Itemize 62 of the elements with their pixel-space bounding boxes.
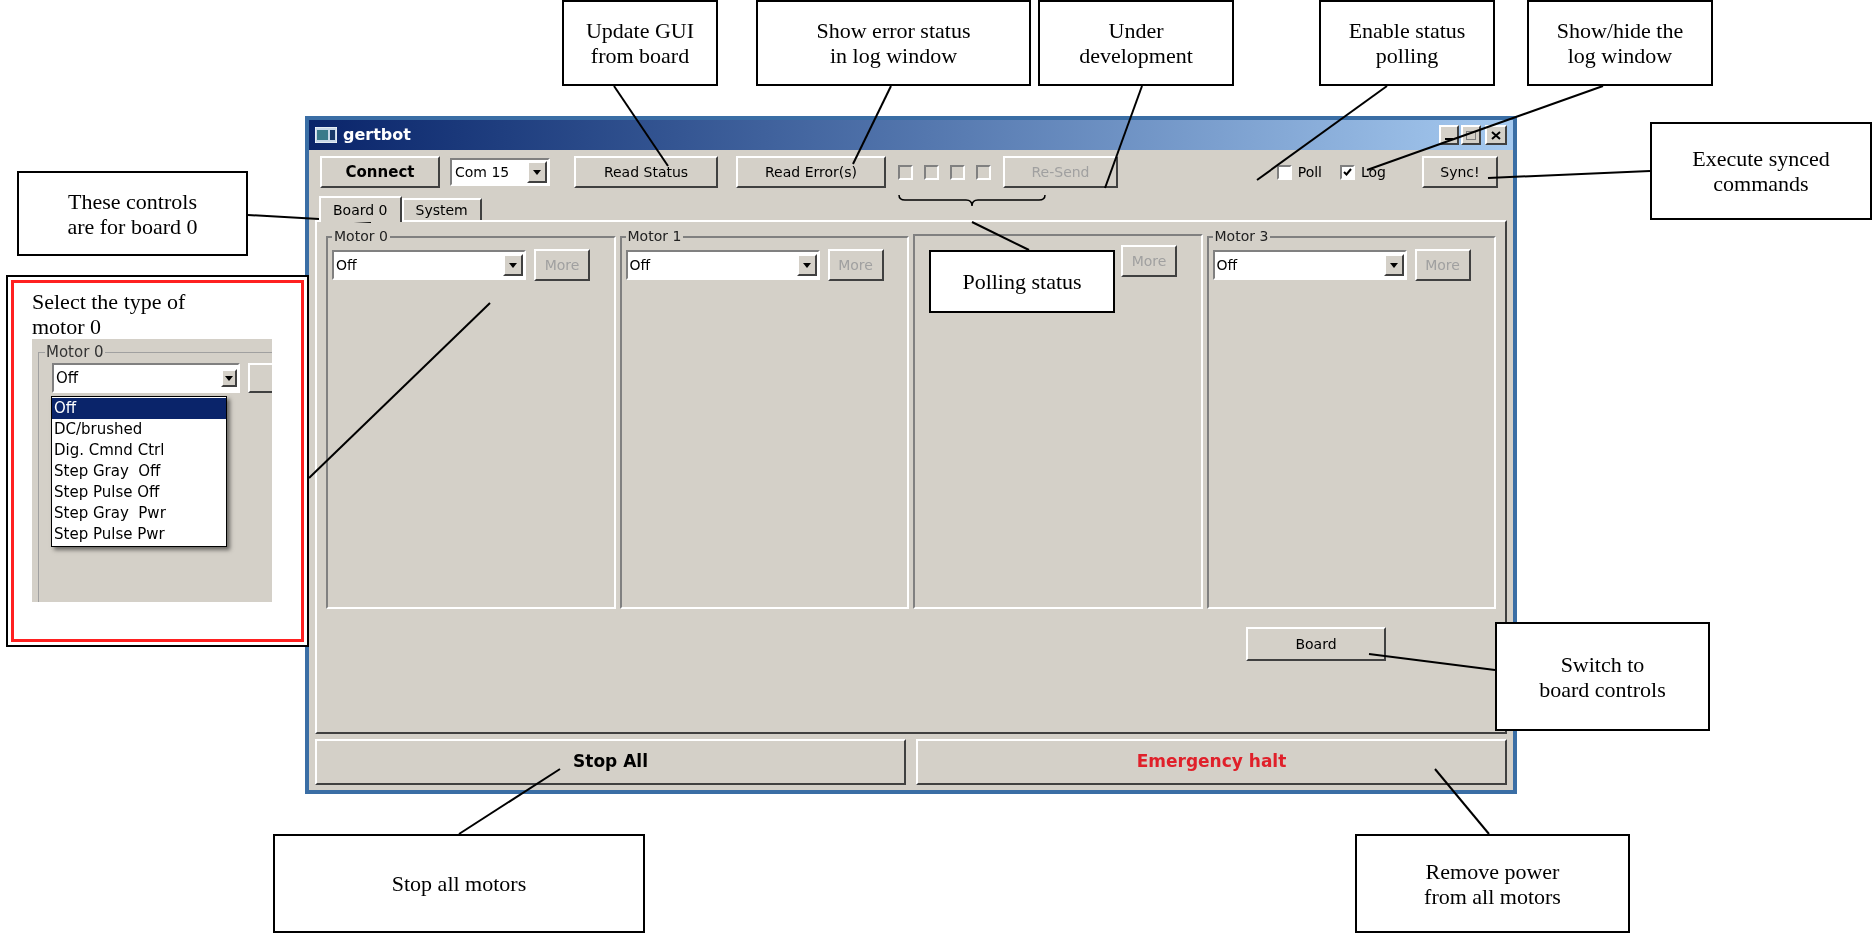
- caret-icon: [533, 169, 541, 175]
- app-icon: [315, 127, 337, 143]
- checkbox[interactable]: [1276, 164, 1292, 180]
- window-title: gertbot: [343, 124, 411, 146]
- caret-icon: [509, 262, 517, 268]
- type-dropdown[interactable]: Off: [625, 250, 820, 280]
- checkbox[interactable]: [898, 164, 913, 180]
- dropdown-button[interactable]: [503, 254, 523, 276]
- callout-text: Stop all motors: [391, 871, 527, 896]
- type-dropdown[interactable]: Off: [52, 363, 240, 393]
- dropdown-option[interactable]: Dig. Cmnd Ctrl: [52, 440, 226, 461]
- dropdown-button[interactable]: [1383, 254, 1404, 276]
- port-dropdown[interactable]: Com 15: [450, 158, 550, 186]
- stop-all-button[interactable]: Stop All: [315, 739, 906, 785]
- dropdown-option[interactable]: DC/brushed: [52, 419, 226, 440]
- dropdown-button[interactable]: [527, 161, 547, 183]
- callout-text: Select the type of motor 0: [32, 289, 187, 339]
- dropdown-button[interactable]: [221, 369, 237, 387]
- checkbox[interactable]: [1340, 164, 1355, 180]
- read-errors-button[interactable]: Read Error(s): [736, 156, 886, 188]
- group-title: Motor 0: [333, 227, 389, 246]
- minimize-icon: [1445, 138, 1453, 140]
- callout-text: Execute synced commands: [1692, 146, 1830, 196]
- dropdown-option[interactable]: Off: [52, 398, 226, 419]
- dropdown-option[interactable]: Step Gray Off: [52, 461, 226, 482]
- maximize-icon: [1466, 130, 1476, 140]
- caret-icon: [802, 262, 811, 268]
- callout-text: Show error status in log window: [816, 18, 971, 68]
- board-button[interactable]: Board: [1246, 627, 1386, 661]
- connect-button[interactable]: Connect: [320, 156, 440, 188]
- checkbox-label: Poll: [1297, 162, 1322, 182]
- sync-button[interactable]: Sync!: [1422, 156, 1498, 188]
- dropdown-option[interactable]: Step Pulse Off: [52, 482, 226, 503]
- checkbox[interactable]: [950, 164, 965, 180]
- close-button[interactable]: [1485, 125, 1507, 145]
- group-title: Motor 3: [1213, 227, 1270, 246]
- caret-icon: [225, 375, 233, 381]
- caret-icon: [1389, 262, 1398, 268]
- checkmark-icon: [1343, 168, 1352, 176]
- tab[interactable]: System: [401, 198, 482, 220]
- checkbox[interactable]: [976, 164, 991, 180]
- callout-text: Under development: [1079, 18, 1193, 68]
- checkbox[interactable]: [924, 164, 939, 180]
- tab[interactable]: Board 0: [319, 196, 402, 222]
- callout-text: These controls are for board 0: [67, 188, 198, 239]
- read-status-button[interactable]: Read Status: [574, 156, 718, 188]
- callout-text: Show/hide the log window: [1556, 18, 1684, 68]
- close-icon: [1491, 130, 1501, 140]
- callout-text: Switch to board controls: [1539, 651, 1666, 702]
- maximize-button[interactable]: [1461, 125, 1481, 145]
- callout-text: Enable status polling: [1348, 18, 1466, 68]
- dropdown-option[interactable]: Step Gray Pwr: [52, 503, 226, 524]
- dropdown-option[interactable]: Step Pulse Pwr: [52, 524, 226, 545]
- group-title: Motor 0: [45, 342, 105, 363]
- type-dropdown[interactable]: Off: [1212, 250, 1407, 280]
- type-dropdown[interactable]: Off: [332, 250, 526, 280]
- callout-text: Update GUI from board: [585, 18, 695, 68]
- callout-text: Polling status: [962, 269, 1082, 294]
- dropdown-button[interactable]: [796, 254, 817, 276]
- callout-text: Remove power from all motors: [1424, 858, 1561, 909]
- checkbox-label: Log: [1361, 162, 1386, 182]
- group-title: Motor 1: [626, 227, 683, 246]
